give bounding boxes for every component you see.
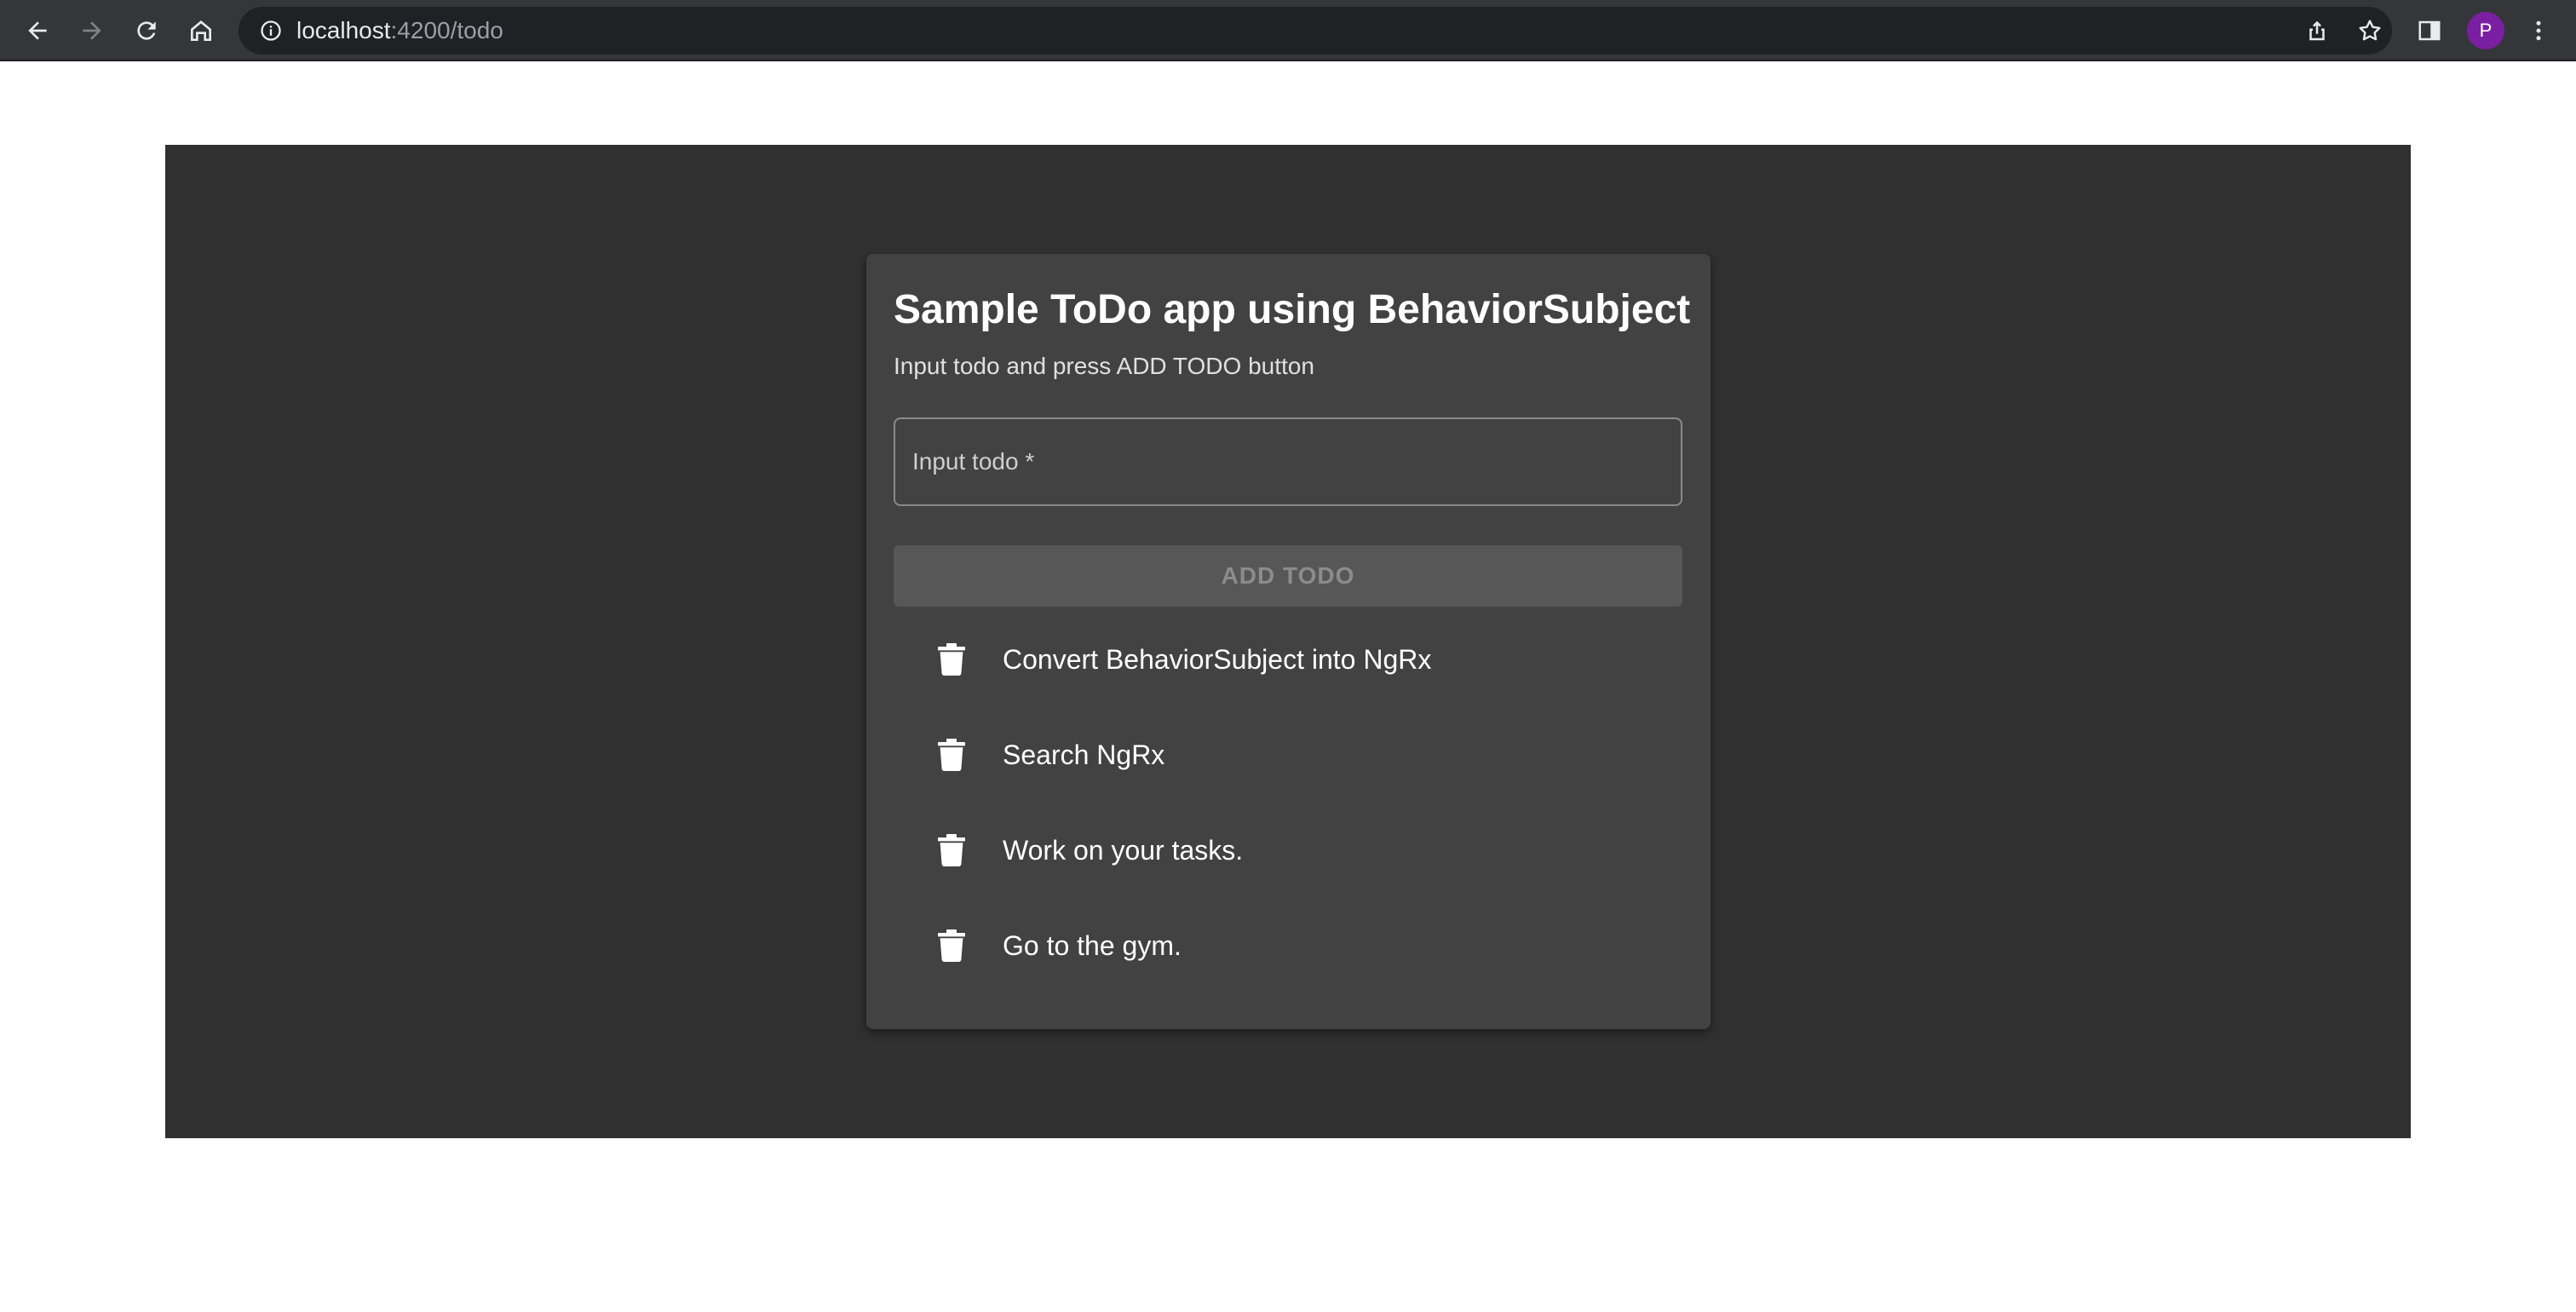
todo-text: Search NgRx <box>1003 739 1165 770</box>
back-button[interactable] <box>15 9 60 53</box>
url-host: localhost <box>296 17 391 43</box>
side-panel-button[interactable] <box>2407 9 2452 53</box>
kebab-menu-icon <box>2536 20 2541 41</box>
trash-icon <box>938 739 965 772</box>
profile-avatar[interactable]: P <box>2467 12 2504 49</box>
todo-card: Sample ToDo app using BehaviorSubject In… <box>866 254 1711 1029</box>
todo-text: Go to the gym. <box>1003 930 1182 961</box>
todo-item: Go to the gym. <box>894 898 1682 993</box>
todo-item: Convert BehaviorSubject into NgRx <box>894 612 1682 707</box>
todo-input-field[interactable]: Input todo * <box>894 417 1682 506</box>
delete-todo-button[interactable] <box>931 925 972 966</box>
trash-icon <box>938 643 965 676</box>
delete-todo-button[interactable] <box>931 734 972 775</box>
url-path: :4200/todo <box>390 17 503 43</box>
todo-input[interactable] <box>895 419 1681 504</box>
reload-button[interactable] <box>124 9 169 53</box>
star-icon[interactable] <box>2353 14 2387 48</box>
app-container: Sample ToDo app using BehaviorSubject In… <box>165 145 2411 1138</box>
url-text: localhost:4200/todo <box>296 7 503 55</box>
info-icon[interactable] <box>256 15 286 46</box>
trash-icon <box>938 929 965 963</box>
card-subtitle: Input todo and press ADD TODO button <box>894 353 1314 379</box>
home-button[interactable] <box>179 9 223 53</box>
back-arrow-icon <box>28 21 47 40</box>
reload-icon <box>137 21 156 40</box>
share-icon[interactable] <box>2300 14 2334 48</box>
browser-menu-button[interactable] <box>2516 9 2561 53</box>
forward-arrow-icon <box>83 21 101 40</box>
todo-item: Search NgRx <box>894 707 1682 803</box>
delete-todo-button[interactable] <box>931 830 972 871</box>
todo-text: Convert BehaviorSubject into NgRx <box>1003 644 1432 675</box>
todo-list: Convert BehaviorSubject into NgRx Search… <box>894 612 1682 993</box>
forward-button[interactable] <box>70 9 114 53</box>
side-panel-icon <box>2418 20 2441 41</box>
home-icon <box>191 20 211 41</box>
delete-todo-button[interactable] <box>931 639 972 680</box>
todo-item: Work on your tasks. <box>894 803 1682 898</box>
trash-icon <box>938 834 965 867</box>
todo-text: Work on your tasks. <box>1003 835 1244 866</box>
card-title: Sample ToDo app using BehaviorSubject <box>894 287 1691 332</box>
address-bar[interactable]: localhost:4200/todo <box>239 7 2392 55</box>
browser-toolbar: localhost:4200/todo P <box>0 0 2576 61</box>
add-todo-button[interactable]: ADD TODO <box>894 545 1682 607</box>
